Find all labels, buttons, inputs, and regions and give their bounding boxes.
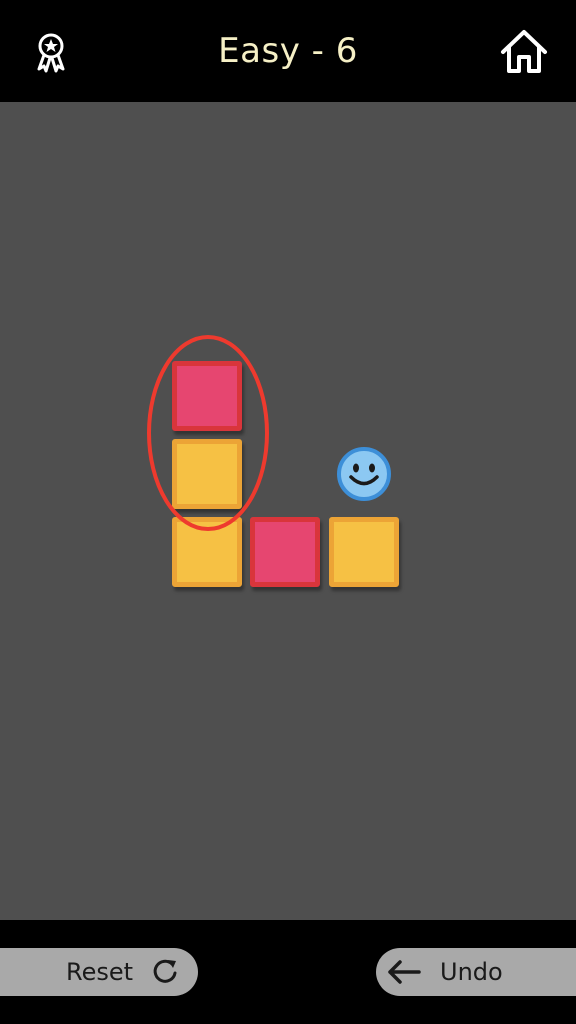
- smiley-face-icon: [337, 447, 391, 501]
- undo-label: Undo: [440, 958, 503, 986]
- red-block[interactable]: [172, 361, 242, 431]
- yellow-block[interactable]: [172, 439, 242, 509]
- arrow-left-icon: [388, 960, 421, 984]
- bottom-bar: Reset Undo: [0, 920, 576, 1024]
- reset-button[interactable]: Reset: [0, 948, 198, 996]
- red-block[interactable]: [250, 517, 320, 587]
- reset-label: Reset: [66, 958, 134, 986]
- home-button[interactable]: [498, 26, 550, 78]
- home-icon: [501, 30, 547, 73]
- game-screen: Easy - 6 Reset Undo: [0, 0, 576, 1024]
- top-bar: Easy - 6: [0, 0, 576, 102]
- yellow-block[interactable]: [329, 517, 399, 587]
- level-title: Easy - 6: [218, 31, 358, 71]
- undo-button[interactable]: Undo: [376, 948, 576, 996]
- refresh-icon: [153, 959, 177, 983]
- game-board: [0, 102, 576, 920]
- player-character[interactable]: [336, 446, 392, 502]
- yellow-block[interactable]: [172, 517, 242, 587]
